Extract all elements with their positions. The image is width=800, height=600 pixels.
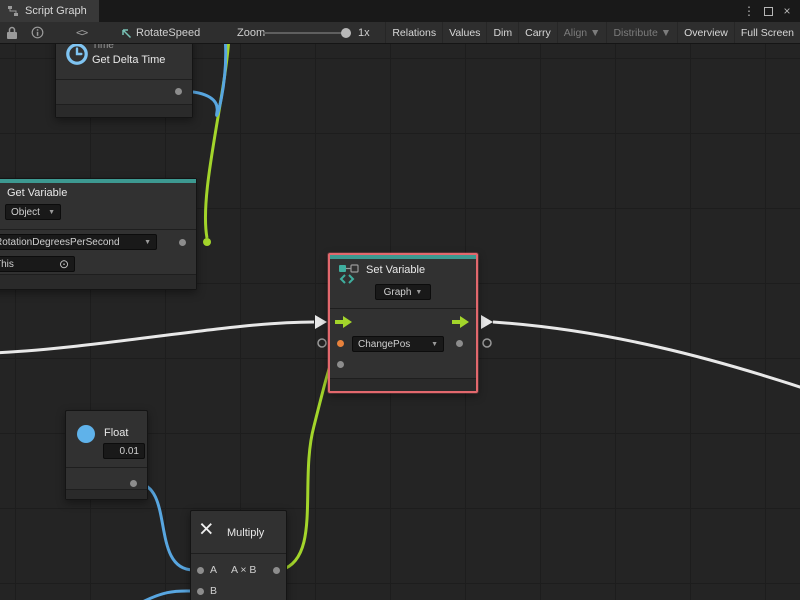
chevron-down-icon: ▼ [427,341,438,348]
variable-name: RotationDegreesPerSecond [0,237,120,248]
graph-canvas[interactable]: Time Get Delta Time Get Variable Object … [0,44,800,600]
tab-bar: Script Graph ⋮ × [0,0,800,22]
node-float[interactable]: Float 0.01 [65,410,148,500]
target-icon: ⊙ [59,258,69,270]
ghost-port-right[interactable] [483,339,491,347]
chevron-down-icon: ▼ [140,239,151,246]
port-label-output: A × B [231,564,256,576]
node-multiply[interactable]: × Multiply A A × B B [190,510,287,600]
node-divider [56,79,192,80]
graph-icon [7,5,19,17]
wire-flow-out [493,322,800,389]
chevron-down-icon: ▼ [415,289,422,296]
clock-icon [64,44,90,67]
variable-target-field[interactable]: This ⊙ [0,256,75,272]
info-icon[interactable] [31,22,44,43]
port-label-a: A [210,564,217,576]
variable-icon [338,263,360,285]
zoom-slider[interactable] [263,32,351,34]
flow-input-arrow-icon[interactable] [335,316,352,328]
variable-name-dropdown[interactable]: ChangePos ▼ [352,336,444,352]
node-get-delta-time[interactable]: Time Get Delta Time [55,44,193,118]
fullscreen-button[interactable]: Full Screen [734,22,800,43]
lock-icon[interactable] [6,22,18,43]
port-delta-time-output[interactable] [175,88,182,95]
port-value-input[interactable] [337,340,344,347]
node-footer [66,489,147,499]
node-title: Set Variable [366,264,425,276]
variable-scope-dropdown[interactable]: Object ▼ [5,204,61,220]
toolbar-buttons: Relations Values Dim Carry Align ▼ Distr… [385,22,800,43]
port-output-product[interactable] [273,567,280,574]
scope-value: Object [11,207,40,218]
menu-icon[interactable]: ⋮ [741,2,757,20]
values-button[interactable]: Values [442,22,486,43]
node-title: Multiply [227,527,264,539]
chevron-down-icon: ▼ [44,209,55,216]
node-divider [66,467,147,468]
node-divider [191,553,286,554]
node-set-variable[interactable]: Set Variable Graph ▼ ChangePos ▼ [328,253,478,393]
relations-button[interactable]: Relations [385,22,442,43]
carry-button[interactable]: Carry [518,22,557,43]
graph-toolbar: <> RotateSpeed Zoom 1x Relations Values … [0,22,800,44]
node-title: Float [104,427,128,439]
close-icon[interactable]: × [779,2,795,20]
node-title: Get Delta Time [92,54,165,66]
align-button: Align ▼ [557,22,607,43]
port-input-b[interactable] [197,588,204,595]
wire-flow-in [0,322,314,353]
scope-value: Graph [384,287,412,298]
node-header-bar [0,179,196,183]
ghost-port-left[interactable] [318,339,326,347]
node-footer [56,104,192,117]
window-controls: ⋮ × [741,0,800,22]
port-target-input[interactable] [337,361,344,368]
node-header-bar [330,255,476,259]
wire-green-top-endpoint[interactable] [203,238,211,246]
zoom-value: 1x [358,22,370,43]
maximize-icon[interactable] [760,2,776,20]
float-icon [77,425,95,443]
float-value: 0.01 [120,446,139,457]
wire-flow-out-arrow [481,315,493,329]
port-float-output[interactable] [130,480,137,487]
flow-output-arrow-icon[interactable] [452,316,469,328]
node-category: Time [92,44,114,51]
port-variable-output[interactable] [179,239,186,246]
distribute-button: Distribute ▼ [606,22,677,43]
node-divider [330,308,476,309]
code-icon[interactable]: <> [76,22,87,43]
float-value-input[interactable]: 0.01 [103,443,145,459]
port-value-output[interactable] [456,340,463,347]
wire-flow-in-arrow [315,315,327,329]
zoom-handle[interactable] [341,28,351,38]
node-footer [330,378,476,391]
tab-title: Script Graph [25,5,87,17]
tab-script-graph[interactable]: Script Graph [0,0,99,22]
zoom-label: Zoom [237,22,265,43]
port-label-b: B [210,585,217,597]
breadcrumb-icon [120,22,132,43]
overview-button[interactable]: Overview [677,22,734,43]
port-input-a[interactable] [197,567,204,574]
dim-button[interactable]: Dim [486,22,518,43]
wire-blue-bottom [135,591,194,600]
node-title: Get Variable [7,187,67,199]
multiply-icon: × [199,517,214,542]
node-footer [0,274,196,289]
target-value: This [0,259,14,270]
node-divider [0,229,196,230]
breadcrumb[interactable]: RotateSpeed [136,22,200,43]
variable-name-dropdown[interactable]: RotationDegreesPerSecond ▼ [0,234,157,250]
node-get-variable[interactable]: Get Variable Object ▼ RotationDegreesPer… [0,178,197,290]
variable-scope-dropdown[interactable]: Graph ▼ [375,284,431,300]
variable-name: ChangePos [358,339,410,350]
